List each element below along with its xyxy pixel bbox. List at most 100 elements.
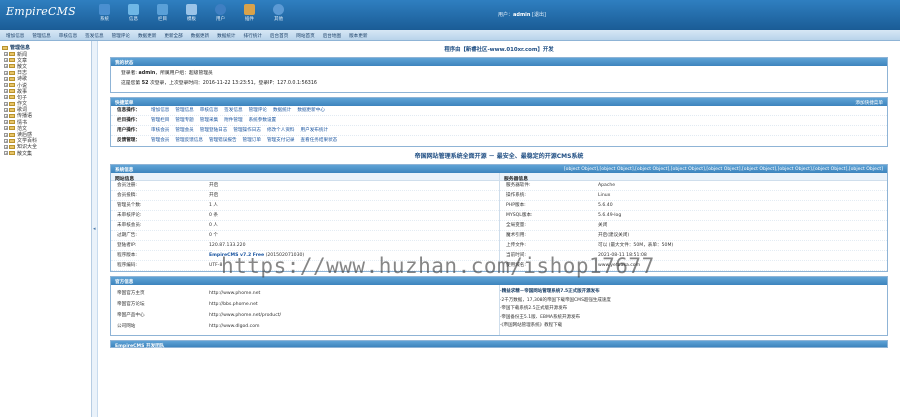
username: admin (513, 12, 531, 18)
quick-link[interactable]: 管理评论 (249, 106, 267, 116)
quick-link[interactable]: 管理采集 (200, 116, 218, 126)
news-item[interactable]: ·帝国下载系统2.5正式版开源发布 (500, 305, 887, 314)
news-item[interactable]: ·2千万数据，17,308的帝国下载帝国CMS超强生成速度 (500, 297, 887, 306)
quick-link[interactable]: 管理会员 (175, 126, 193, 136)
expand-icon[interactable]: + (4, 95, 8, 100)
menu-item[interactable]: 网站首页 (292, 30, 318, 40)
menu-item[interactable]: 更新全部 (160, 30, 186, 40)
quick-link[interactable]: 管理专题 (175, 116, 193, 126)
expand-icon[interactable]: + (4, 101, 8, 106)
quick-link[interactable]: 审核信息 (200, 106, 218, 116)
info-row: 服务器软件: Apache (500, 181, 887, 191)
expand-icon[interactable]: + (4, 144, 8, 149)
expand-icon[interactable]: + (4, 107, 8, 112)
quick-link[interactable]: 管理错误报告 (209, 136, 237, 146)
quick-link[interactable]: 管理会员 (151, 136, 169, 146)
expand-icon[interactable]: + (4, 52, 8, 57)
news-item[interactable]: ·精益求精－帝国网站管理系统7.5正式版开源发布 (500, 288, 887, 297)
folder-icon (9, 113, 15, 118)
quick-row: 信息操作： 增加信息 管理信息 审核信息 签发信息 管理评论 数据统计 数据更新… (111, 106, 887, 116)
expand-icon[interactable]: + (4, 76, 8, 81)
add-quick-menu-link[interactable]: 添加快捷菜单 (855, 100, 883, 106)
quick-link[interactable]: 管理栏目 (151, 116, 169, 126)
nav-system[interactable]: 系统 (90, 1, 119, 29)
expand-icon[interactable]: + (4, 64, 8, 69)
nav-other[interactable]: 其他 (264, 1, 293, 29)
quick-link[interactable]: 管理订单 (243, 136, 261, 146)
download-link[interactable]: [object Object],[object Object],[object … (564, 167, 883, 172)
folder-icon (9, 101, 15, 106)
menu-item[interactable]: 签发信息 (81, 30, 107, 40)
nav-template[interactable]: 模板 (177, 1, 206, 29)
nav-column[interactable]: 栏目 (148, 1, 177, 29)
login-count-line: 这是您第 52 次登录，上次登录时间：2016-11-22 13:23:51，登… (121, 81, 317, 86)
quick-row: 反馈管理： 管理会员 管理反馈信息 管理错误报告 管理订单 管理支付记录 查看任… (111, 136, 887, 146)
official-link[interactable]: http://bbs.phome.net (209, 299, 258, 310)
plugin-icon (244, 4, 255, 15)
tree-root[interactable]: 管理信息 (2, 44, 89, 51)
quick-link[interactable]: 签发信息 (224, 106, 242, 116)
menu-item[interactable]: 排行统计 (240, 30, 266, 40)
quick-link[interactable]: 增加信息 (151, 106, 169, 116)
menu-item[interactable]: 数据更新 (187, 30, 213, 40)
system-icon (99, 4, 110, 15)
quick-link[interactable]: 附件管理 (224, 116, 242, 126)
app-logo[interactable]: EmpireCMS (6, 5, 76, 18)
folder-icon (157, 4, 168, 15)
expand-icon[interactable]: + (4, 70, 8, 75)
nav-user[interactable]: 用户 (206, 1, 235, 29)
menu-item[interactable]: 管理信息 (28, 30, 54, 40)
menu-item[interactable]: 后台地图 (319, 30, 345, 40)
menu-item[interactable]: 增加信息 (2, 30, 28, 40)
expand-icon[interactable]: + (4, 132, 8, 137)
menu-item[interactable]: 数据统计 (213, 30, 239, 40)
expand-icon[interactable]: + (4, 126, 8, 131)
tree-item[interactable]: + 散文集 (2, 150, 89, 157)
expand-icon[interactable]: + (4, 83, 8, 88)
folder-icon (9, 89, 15, 94)
menu-item[interactable]: 版本更新 (345, 30, 371, 40)
quick-link[interactable]: 系统参数设置 (249, 116, 277, 126)
official-link[interactable]: http://www.phome.net (209, 288, 260, 299)
menu-item[interactable]: 管理评论 (108, 30, 134, 40)
developer-notice: 程序由【新睿社区-www.010xr.com】开发 (444, 47, 554, 53)
quick-link[interactable]: 管理信息 (175, 106, 193, 116)
quick-link[interactable]: 审核会员 (151, 126, 169, 136)
menu-item[interactable]: 审核信息 (55, 30, 81, 40)
news-item[interactable]: ·帝国备份王5.1版、EBMA系统开源发布 (500, 314, 887, 323)
expand-icon[interactable]: + (4, 89, 8, 94)
nav-info[interactable]: 信息 (119, 1, 148, 29)
info-row: MYSQL版本: 5.6.49-log (500, 211, 887, 221)
quick-row: 栏目操作： 管理栏目 管理专题 管理采集 附件管理 系统参数设置 (111, 116, 887, 126)
collapse-arrow-icon[interactable]: ◂ (93, 226, 96, 232)
top-header: EmpireCMS 系统 信息 栏目 模板 用户 插件 其他 用户：admin … (0, 0, 900, 30)
news-item[interactable]: ·《帝国网站管理系统》教程下载 (500, 322, 887, 331)
nav-plugin[interactable]: 插件 (235, 1, 264, 29)
info-row: 过期广告: 0 个 (111, 231, 499, 241)
quick-link[interactable]: 查看任务结果状态 (301, 136, 338, 146)
logout-link[interactable]: [退出] (532, 12, 546, 18)
menu-item[interactable]: 数据更新 (134, 30, 160, 40)
login-user-line: 登录者: admin，所属用户组：超级管理员 (121, 71, 213, 76)
quick-link[interactable]: 数据更新中心 (297, 106, 325, 116)
quick-link[interactable]: 用户发布统计 (301, 126, 329, 136)
official-link[interactable]: http://www.dlgod.com (209, 321, 260, 332)
expand-icon[interactable]: + (4, 120, 8, 125)
quick-link[interactable]: 管理支付记录 (267, 136, 295, 146)
template-icon (186, 4, 197, 15)
quick-menu-title: 快捷菜单 添加快捷菜单 (111, 98, 887, 106)
watermark-text: https://www.huzhan.com/ishop17677 (221, 254, 655, 278)
main-content: 程序由【新睿社区-www.010xr.com】开发 我的状态 登录者: admi… (98, 41, 900, 417)
quick-link[interactable]: 管理反馈信息 (175, 136, 203, 146)
menu-item[interactable]: 后台首页 (266, 30, 292, 40)
quick-link[interactable]: 管理登陆日志 (200, 126, 228, 136)
expand-icon[interactable]: + (4, 138, 8, 143)
expand-icon[interactable]: + (4, 113, 8, 118)
quick-link[interactable]: 数据统计 (273, 106, 291, 116)
expand-icon[interactable]: + (4, 58, 8, 63)
quick-link[interactable]: 管理操作日志 (233, 126, 261, 136)
official-link[interactable]: http://www.phome.net/product/ (209, 310, 281, 321)
quick-link[interactable]: 修改个人资料 (267, 126, 295, 136)
folder-icon (9, 132, 15, 137)
expand-icon[interactable]: + (4, 151, 8, 156)
